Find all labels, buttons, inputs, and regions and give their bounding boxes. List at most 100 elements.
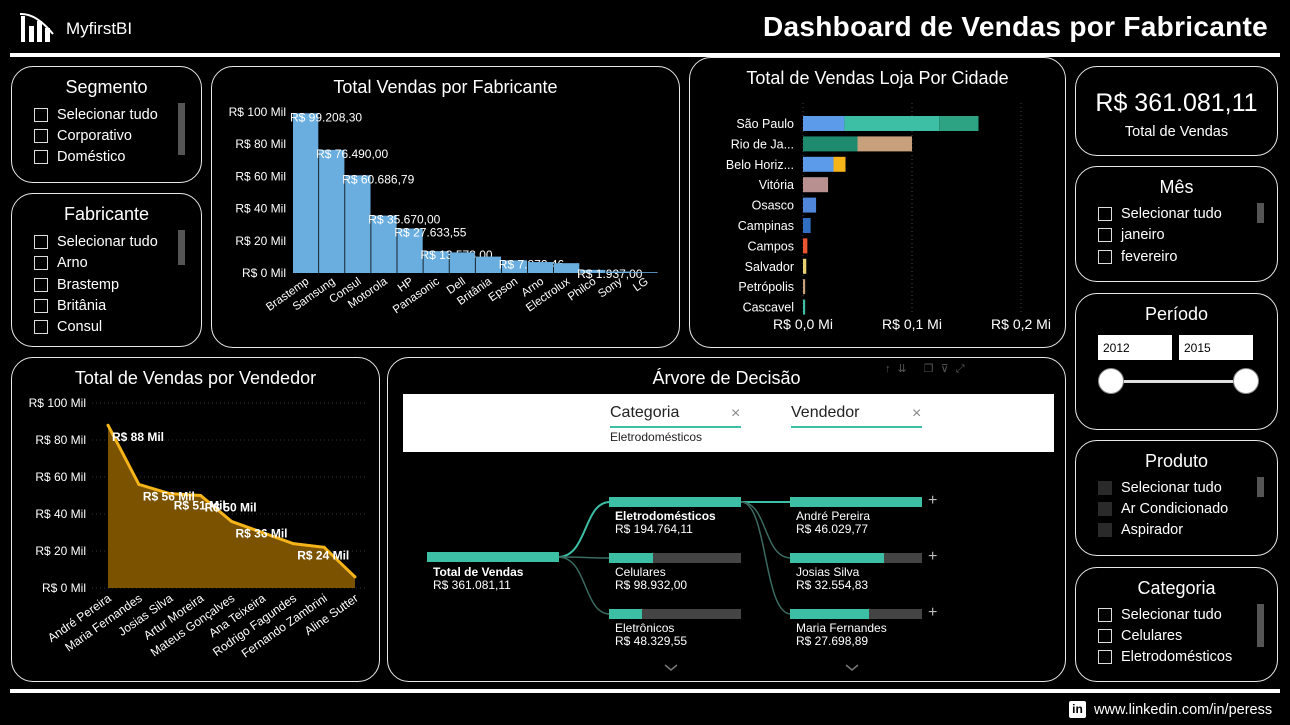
- y-tick-label: R$ 100 Mil: [29, 396, 86, 410]
- slicer-option[interactable]: janeiro: [1098, 226, 1165, 244]
- data-point: [106, 423, 110, 427]
- bar-segment: [803, 177, 829, 193]
- tree-node-bar[interactable]: [790, 553, 922, 563]
- data-point: [230, 519, 233, 523]
- tree-node-bar[interactable]: [609, 609, 741, 619]
- period-end-input[interactable]: 2015: [1179, 335, 1253, 360]
- periodo-slicer: Período 2012 2015: [1075, 293, 1278, 430]
- checkbox[interactable]: [34, 150, 48, 164]
- checkbox[interactable]: [1098, 608, 1112, 622]
- data-label: R$ 24 Mil: [297, 549, 349, 563]
- fabricante-chart-panel: Total Vendas por Fabricante R$ 100 Mil R$…: [211, 66, 680, 348]
- fabricante-bar-chart[interactable]: R$ 100 Mil R$ 80 Mil R$ 60 Mil R$ 40 Mil R$ …: [212, 67, 678, 346]
- slicer-title: Mês: [1159, 177, 1194, 197]
- data-point: [260, 531, 264, 534]
- checkbox[interactable]: [1098, 650, 1112, 664]
- range-end-handle[interactable]: [1233, 368, 1259, 394]
- tree-node-bar[interactable]: [790, 609, 922, 619]
- expand-node-icon[interactable]: +: [928, 492, 937, 510]
- slicer-option[interactable]: Arno: [34, 254, 88, 272]
- slicer-option[interactable]: Brastemp: [34, 276, 119, 294]
- checkbox[interactable]: [34, 235, 48, 249]
- slicer-option[interactable]: Consul: [34, 318, 102, 336]
- vendedor-chart-panel: Total de Vendas por Vendedor R$ 100 Mil R…: [11, 357, 380, 682]
- y-tick-label: R$ 80 Mil: [35, 433, 86, 447]
- y-tick-label: Petrópolis: [738, 280, 794, 294]
- bar: [606, 271, 632, 273]
- city-bar-chart[interactable]: R$ 0,0 Mi R$ 0,1 Mi R$ 0,2 Mi São Paulo Rio …: [690, 58, 1064, 346]
- expand-node-icon[interactable]: +: [928, 604, 937, 622]
- data-label: R$ 76.490,00: [316, 147, 388, 161]
- slicer-option[interactable]: Doméstico: [34, 148, 126, 166]
- expand-node-icon[interactable]: +: [928, 548, 937, 566]
- slicer-title: Categoria: [1137, 578, 1216, 598]
- x-tick-label: Epson: [487, 276, 521, 305]
- tree-node-bar[interactable]: [609, 497, 741, 507]
- slicer-option[interactable]: Selecionar tudo: [34, 106, 158, 124]
- slicer-option[interactable]: Selecionar tudo: [34, 233, 158, 251]
- checkbox[interactable]: [1098, 629, 1112, 643]
- kpi-value: R$ 361.081,11: [1095, 89, 1258, 117]
- vendedor-area-chart[interactable]: R$ 100 Mil R$ 80 Mil R$ 60 Mil R$ 40 Mil R$ …: [12, 358, 378, 680]
- data-label: R$ 35.670,00: [368, 213, 440, 227]
- checkbox[interactable]: [1098, 523, 1112, 537]
- slicer-option[interactable]: Ar Condicionado: [1098, 500, 1228, 518]
- y-tick-label: R$ 60 Mil: [235, 169, 286, 183]
- kpi-label: Total de Vendas: [1124, 124, 1229, 140]
- tree-node-fill: [790, 553, 884, 563]
- slicer-option[interactable]: Selecionar tudo: [1098, 479, 1222, 497]
- data-label: R$ 60.686,79: [342, 172, 414, 186]
- tree-node-bar[interactable]: [790, 497, 922, 507]
- y-tick-label: Campinas: [738, 219, 794, 233]
- slicer-option[interactable]: Aspirador: [1098, 521, 1183, 539]
- scrollbar[interactable]: [1257, 604, 1264, 647]
- linkedin-link[interactable]: www.linkedin.com/in/peress: [1094, 702, 1272, 718]
- tree-node-label: Josias Silva R$ 32.554,83: [796, 565, 869, 592]
- produto-slicer: Produto Selecionar tudo Ar Condicionado …: [1075, 440, 1278, 556]
- y-tick-label: Vitória: [759, 178, 794, 192]
- bar-segment: [803, 197, 817, 213]
- y-tick-label: São Paulo: [736, 117, 794, 131]
- checkbox[interactable]: [1098, 250, 1112, 264]
- bar-chart-logo-icon: [20, 12, 54, 42]
- tree-node-fill: [790, 609, 870, 619]
- checkbox[interactable]: [34, 299, 48, 313]
- y-tick-label: Salvador: [745, 260, 794, 274]
- range-track: [1112, 380, 1246, 383]
- tree-root-bar[interactable]: [427, 552, 559, 562]
- slicer-option[interactable]: Selecionar tudo: [1098, 205, 1222, 223]
- checkbox[interactable]: [1098, 502, 1112, 516]
- checkbox[interactable]: [1098, 207, 1112, 221]
- tree-node-bar[interactable]: [609, 553, 741, 563]
- slicer-option[interactable]: fevereiro: [1098, 248, 1177, 266]
- range-start-handle[interactable]: [1098, 368, 1124, 394]
- scrollbar[interactable]: [1257, 203, 1264, 223]
- period-start-input[interactable]: 2012: [1098, 335, 1172, 360]
- checkbox[interactable]: [34, 256, 48, 270]
- chevron-down-icon[interactable]: [664, 664, 678, 672]
- scrollbar[interactable]: [178, 230, 185, 265]
- bar-segment: [803, 136, 858, 152]
- slicer-option[interactable]: Corporativo: [34, 127, 132, 145]
- kpi-card: R$ 361.081,11 Total de Vendas: [1075, 66, 1278, 156]
- data-point: [322, 545, 326, 549]
- checkbox[interactable]: [34, 320, 48, 334]
- scrollbar[interactable]: [178, 103, 185, 155]
- slicer-option[interactable]: Celulares: [1098, 627, 1182, 645]
- bar-segment: [803, 258, 807, 274]
- checkbox[interactable]: [1098, 481, 1112, 495]
- bar-segment: [803, 299, 806, 315]
- dashboard-title: Dashboard de Vendas por Fabricante: [763, 11, 1268, 42]
- slicer-option[interactable]: Selecionar tudo: [1098, 606, 1222, 624]
- slicer-option[interactable]: Eletrodomésticos: [1098, 648, 1232, 666]
- chevron-down-icon[interactable]: [845, 664, 859, 672]
- bar-segment: [833, 156, 846, 172]
- tree-node-fill: [609, 497, 741, 507]
- checkbox[interactable]: [1098, 228, 1112, 242]
- slicer-option[interactable]: Britânia: [34, 297, 106, 315]
- scrollbar[interactable]: [1257, 477, 1264, 497]
- checkbox[interactable]: [34, 129, 48, 143]
- checkbox[interactable]: [34, 108, 48, 122]
- data-point: [137, 482, 141, 486]
- checkbox[interactable]: [34, 278, 48, 292]
